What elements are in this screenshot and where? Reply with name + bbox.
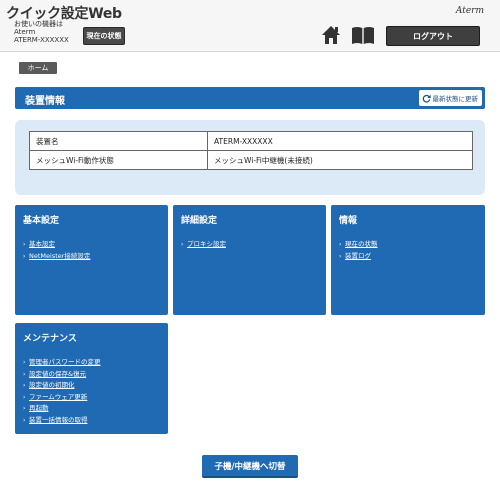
maintenance-links: › 管理者パスワードの変更 › 設定値の保存&復元 › 設定値の初期化 › ファームウェ… <box>23 357 101 426</box>
advanced-settings-title: 詳細設定 <box>181 216 218 226</box>
breadcrumb-home[interactable]: ホーム <box>19 62 57 74</box>
maintenance-card: メンテナンス › 管理者パスワードの変更 › 設定値の保存&復元 › 設定値の初期化 … <box>15 323 168 434</box>
mesh-status-label: メッシュWi-Fi動作状態 <box>29 150 208 170</box>
list-item[interactable]: › 装置ログ <box>339 251 378 263</box>
link-save-restore[interactable]: 設定値の保存&復元 <box>29 370 86 378</box>
advanced-settings-links: › プロキシ設定 <box>181 239 226 251</box>
info-card: 情報 › 現在の状態 › 装置ログ <box>331 205 485 315</box>
link-device-log[interactable]: 装置ログ <box>345 252 371 260</box>
info-links: › 現在の状態 › 装置ログ <box>339 239 378 262</box>
current-status-button[interactable]: 現在の状態 <box>83 27 125 45</box>
logout-button[interactable]: ログアウト <box>386 26 480 46</box>
basic-settings-card: 基本設定 › 基本設定 › NetMeister接続設定 <box>15 205 168 315</box>
basic-settings-title: 基本設定 <box>23 216 60 226</box>
link-netmeister[interactable]: NetMeister接続設定 <box>29 252 90 260</box>
list-item[interactable]: › 設定値の保存&復元 <box>23 369 101 381</box>
list-item[interactable]: › プロキシ設定 <box>181 239 226 251</box>
link-firmware-update[interactable]: ファームウェア更新 <box>29 393 87 401</box>
link-proxy-settings[interactable]: プロキシ設定 <box>187 240 226 248</box>
device-info-header: 装置情報 最新状態に更新 <box>15 87 485 109</box>
device-info-table: 装置名 ATERM-XXXXXX メッシュWi-Fi動作状態 メッシュWi-Fi… <box>29 131 473 170</box>
link-basic-settings[interactable]: 基本設定 <box>29 240 55 248</box>
list-item[interactable]: › 基本設定 <box>23 239 90 251</box>
info-title: 情報 <box>339 216 358 226</box>
maintenance-title: メンテナンス <box>23 334 77 344</box>
switch-mode-button[interactable]: 子機/中継機へ切替 <box>202 455 298 478</box>
list-item[interactable]: › 再起動 <box>23 403 101 415</box>
list-item[interactable]: › ファームウェア更新 <box>23 392 101 404</box>
device-note-line3: ATERM-XXXXXX <box>14 36 69 44</box>
link-factory-reset[interactable]: 設定値の初期化 <box>29 381 75 389</box>
list-item[interactable]: › 管理者パスワードの変更 <box>23 357 101 369</box>
home-icon[interactable] <box>321 25 341 45</box>
device-note: お使いの機器は Aterm ATERM-XXXXXX <box>14 20 69 44</box>
link-device-info-export[interactable]: 装置一括情報の取得 <box>29 416 88 424</box>
refresh-icon <box>422 94 431 103</box>
brand-logo: Aterm <box>455 6 484 16</box>
mesh-status-value: メッシュWi-Fi中継機(未接続) <box>207 150 473 170</box>
device-note-line1: お使いの機器は <box>14 20 63 28</box>
basic-settings-links: › 基本設定 › NetMeister接続設定 <box>23 239 90 262</box>
table-row: 装置名 ATERM-XXXXXX <box>29 131 473 151</box>
link-reboot[interactable]: 再起動 <box>29 404 49 412</box>
device-name-label: 装置名 <box>29 131 208 151</box>
device-name-value: ATERM-XXXXXX <box>207 131 473 151</box>
link-current-status[interactable]: 現在の状態 <box>345 240 378 248</box>
refresh-label: 最新状態に更新 <box>432 95 479 103</box>
book-icon[interactable] <box>351 26 375 45</box>
table-row: メッシュWi-Fi動作状態 メッシュWi-Fi中継機(未接続) <box>29 150 473 170</box>
list-item[interactable]: › 装置一括情報の取得 <box>23 415 101 427</box>
advanced-settings-card: 詳細設定 › プロキシ設定 <box>173 205 326 315</box>
link-admin-password[interactable]: 管理者パスワードの変更 <box>29 358 101 366</box>
device-note-line2: Aterm <box>14 28 36 36</box>
list-item[interactable]: › 設定値の初期化 <box>23 380 101 392</box>
refresh-button[interactable]: 最新状態に更新 <box>418 90 482 106</box>
device-info-title: 装置情報 <box>25 96 65 107</box>
header: クイック設定Web お使いの機器は Aterm ATERM-XXXXXX 現在の… <box>0 0 500 52</box>
list-item[interactable]: › NetMeister接続設定 <box>23 251 90 263</box>
list-item[interactable]: › 現在の状態 <box>339 239 378 251</box>
